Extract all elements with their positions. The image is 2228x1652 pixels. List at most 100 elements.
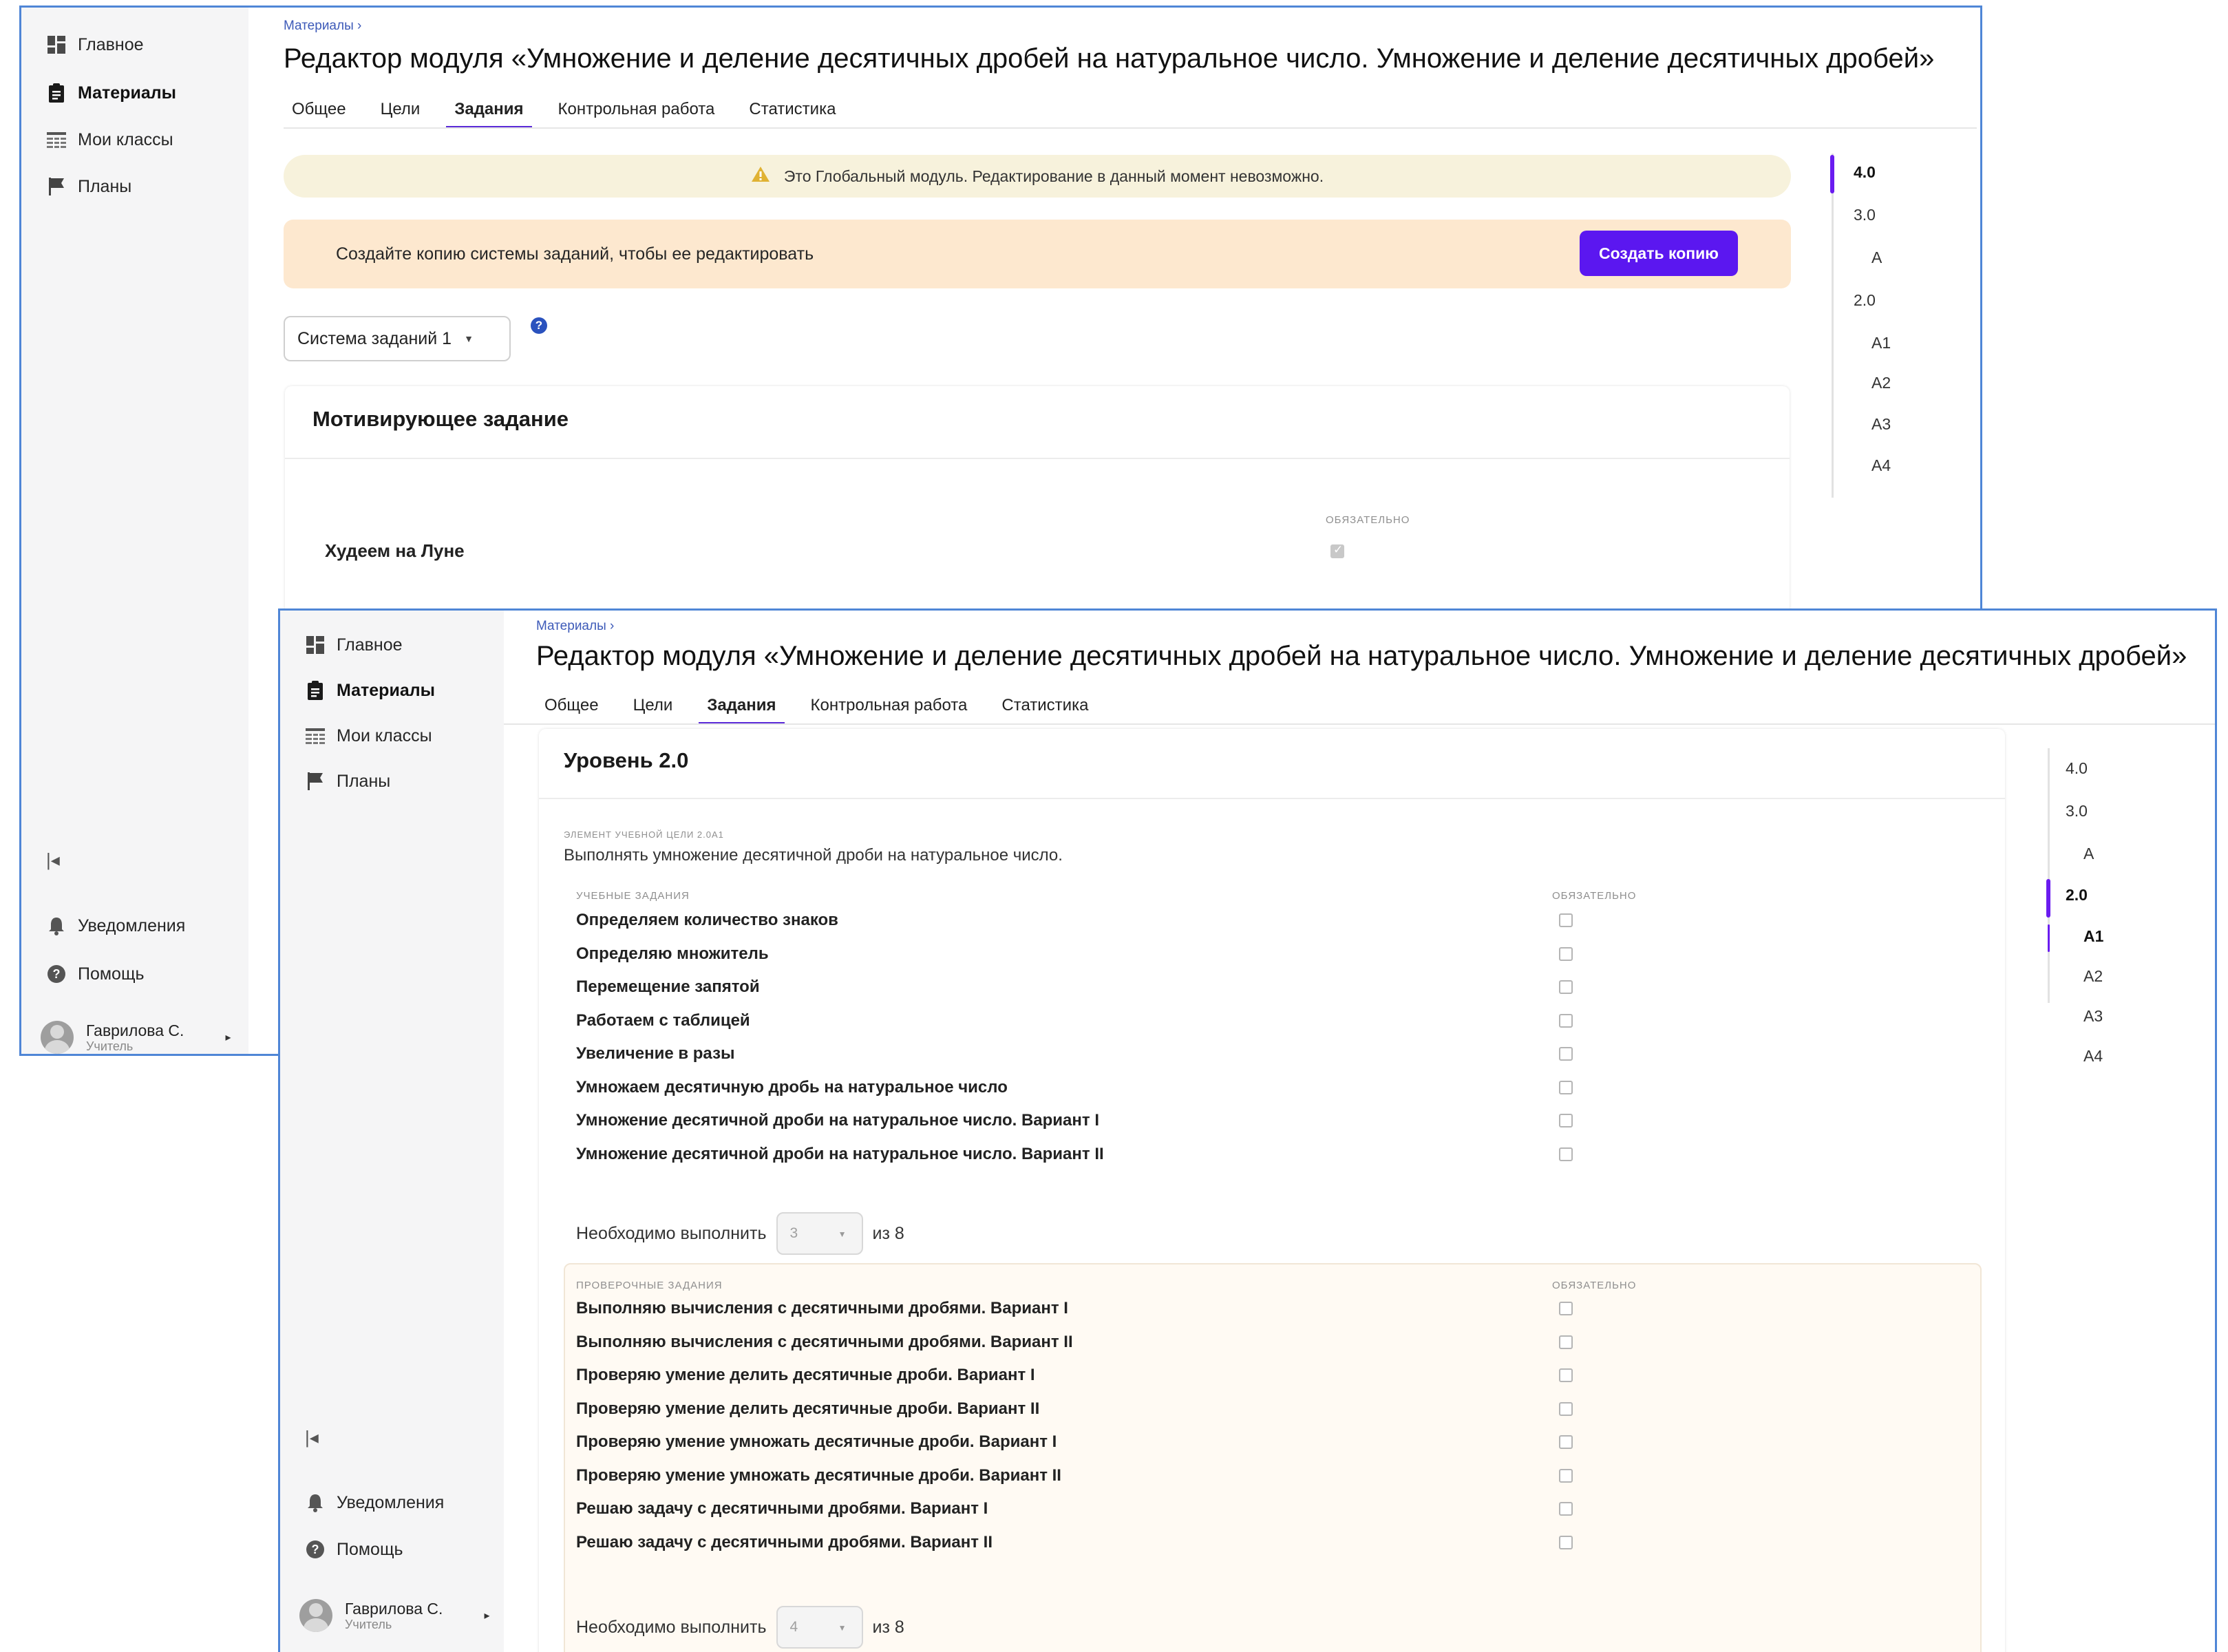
- tab-stats[interactable]: Статистика: [741, 100, 844, 129]
- level-3-0[interactable]: 3.0: [1854, 206, 1876, 224]
- verify-required-checkbox[interactable]: [1559, 1502, 1573, 1516]
- learning-task-row[interactable]: Увеличение в разы: [576, 1044, 735, 1063]
- motivating-task-name[interactable]: Худеем на Луне: [325, 540, 465, 562]
- page-title: Редактор модуля «Умножение и деление дес…: [536, 641, 2187, 671]
- nav-classes[interactable]: Мои классы: [46, 126, 173, 153]
- level-2-0-a4[interactable]: A4: [1871, 456, 1891, 475]
- learning-required-checkbox[interactable]: [1559, 1080, 1573, 1094]
- tab-goals[interactable]: Цели: [625, 696, 681, 725]
- question-icon[interactable]: ?: [531, 317, 547, 334]
- svg-text:?: ?: [312, 1543, 319, 1556]
- learning-task-row[interactable]: Умножаем десятичную дробь на натуральное…: [576, 1078, 1008, 1097]
- collapse-sidebar-icon[interactable]: |◂: [46, 849, 60, 871]
- card-divider: [285, 458, 1790, 459]
- learning-task-row[interactable]: Умножение десятичной дроби на натурально…: [576, 1111, 1099, 1130]
- verify-task-row[interactable]: Проверяю умение делить десятичные дроби.…: [576, 1366, 1035, 1385]
- goal-element-text: Выполнять умножение десятичной дроби на …: [564, 846, 1063, 865]
- user-role: Учитель: [86, 1039, 134, 1053]
- verify-required-checkbox[interactable]: [1559, 1368, 1573, 1382]
- nav-notifications[interactable]: Уведомления: [305, 1489, 444, 1516]
- verify-task-row[interactable]: Решаю задачу с десятичными дробями. Вари…: [576, 1499, 988, 1518]
- clipboard-icon: [46, 83, 67, 103]
- verify-task-row[interactable]: Решаю задачу с десятичными дробями. Вари…: [576, 1533, 993, 1552]
- user-menu[interactable]: Гаврилова С. Учитель ▸: [41, 1021, 231, 1054]
- learning-task-row[interactable]: Работаем с таблицей: [576, 1011, 750, 1030]
- verify-task-row[interactable]: Проверяю умение умножать десятичные дроб…: [576, 1466, 1061, 1485]
- nav-materials[interactable]: Материалы: [46, 79, 176, 107]
- tab-tasks[interactable]: Задания: [446, 100, 532, 129]
- level-card: Уровень 2.0 ЭЛЕМЕНТ УЧЕБНОЙ ЦЕЛИ 2.0А1 В…: [539, 729, 2005, 1652]
- nav-home[interactable]: Главное: [46, 31, 144, 59]
- learning-required-checkbox[interactable]: [1559, 1147, 1573, 1161]
- level-2-0-a4[interactable]: A4: [2083, 1047, 2103, 1066]
- level-2-0-a2[interactable]: A2: [1871, 374, 1891, 392]
- nav-plans[interactable]: Планы: [305, 767, 390, 795]
- nav-notifications-label: Уведомления: [78, 915, 186, 935]
- tab-general[interactable]: Общее: [284, 100, 354, 129]
- learning-task-row[interactable]: Умножение десятичной дроби на натурально…: [576, 1145, 1104, 1164]
- tab-test[interactable]: Контрольная работа: [803, 696, 976, 725]
- learning-required-checkbox[interactable]: [1559, 1047, 1573, 1061]
- learning-need-select[interactable]: 3 ▼: [776, 1212, 863, 1255]
- verification-tasks-box: ПРОВЕРОЧНЫЕ ЗАДАНИЯ ОБЯЗАТЕЛЬНО Выполняю…: [564, 1263, 1982, 1652]
- create-copy-button[interactable]: Создать копию: [1580, 231, 1738, 276]
- level-2-0-a3[interactable]: A3: [1871, 415, 1891, 434]
- level-2-0-a3[interactable]: A3: [2083, 1007, 2103, 1026]
- nav-help-label: Помощь: [337, 1539, 403, 1559]
- tab-general[interactable]: Общее: [536, 696, 607, 725]
- nav-plans-label: Планы: [337, 771, 391, 791]
- tab-tasks[interactable]: Задания: [699, 696, 785, 725]
- nav-home[interactable]: Главное: [305, 631, 403, 659]
- collapse-sidebar-icon[interactable]: |◂: [305, 1427, 319, 1448]
- verify-required-checkbox[interactable]: [1559, 1401, 1573, 1416]
- learning-task-row[interactable]: Определяем количество знаков: [576, 911, 838, 930]
- verify-task-row[interactable]: Выполняю вычисления с десятичными дробям…: [576, 1333, 1073, 1352]
- verify-need-row: Необходимо выполнить 4 ▼ из 8: [576, 1606, 904, 1649]
- breadcrumb[interactable]: Материалы ›: [284, 19, 361, 34]
- breadcrumb[interactable]: Материалы ›: [536, 619, 614, 634]
- learning-required-checkbox[interactable]: [1559, 913, 1573, 927]
- verify-task-row[interactable]: Выполняю вычисления с десятичными дробям…: [576, 1299, 1068, 1318]
- learning-task-row[interactable]: Перемещение запятой: [576, 977, 760, 997]
- level-2-0-a2[interactable]: A2: [2083, 967, 2103, 986]
- verify-required-checkbox[interactable]: [1559, 1302, 1573, 1315]
- verify-required-checkbox[interactable]: [1559, 1468, 1573, 1483]
- learning-required-checkbox[interactable]: [1559, 946, 1573, 961]
- tab-goals[interactable]: Цели: [372, 100, 429, 129]
- verify-task-row[interactable]: Проверяю умение умножать десятичные дроб…: [576, 1432, 1057, 1452]
- verify-required-checkbox[interactable]: [1559, 1335, 1573, 1349]
- card-divider: [539, 798, 2005, 799]
- verify-task-row[interactable]: Проверяю умение делить десятичные дроби.…: [576, 1399, 1039, 1419]
- nav-help[interactable]: ? Помощь: [46, 960, 145, 988]
- verify-required-checkbox[interactable]: [1559, 1435, 1573, 1449]
- level-title: Уровень 2.0: [564, 748, 689, 772]
- learning-required-checkbox[interactable]: [1559, 1013, 1573, 1028]
- verify-required-checkbox[interactable]: [1559, 1535, 1573, 1549]
- learning-task-row[interactable]: Определяю множитель: [576, 944, 769, 964]
- learning-required-checkbox[interactable]: [1559, 980, 1573, 994]
- nav-help[interactable]: ? Помощь: [305, 1536, 403, 1563]
- level-3-0-a[interactable]: A: [2083, 845, 2094, 863]
- required-column-label: ОБЯЗАТЕЛЬНО: [1326, 514, 1410, 526]
- level-3-0-a[interactable]: A: [1871, 248, 1882, 267]
- task-system-select[interactable]: Система заданий 1 ▼: [284, 316, 511, 361]
- caret-right-icon: ▸: [484, 1610, 490, 1622]
- level-2-0[interactable]: 2.0: [2066, 886, 2088, 904]
- tab-test[interactable]: Контрольная работа: [550, 100, 723, 129]
- user-menu[interactable]: Гаврилова С. Учитель ▸: [299, 1599, 489, 1632]
- nav-materials[interactable]: Материалы: [305, 677, 435, 704]
- required-checkbox[interactable]: [1330, 543, 1344, 558]
- level-3-0[interactable]: 3.0: [2066, 802, 2088, 820]
- learning-required-checkbox[interactable]: [1559, 1114, 1573, 1127]
- level-2-0[interactable]: 2.0: [1854, 291, 1876, 310]
- level-2-0-a1[interactable]: A1: [1871, 334, 1891, 352]
- tab-stats[interactable]: Статистика: [993, 696, 1096, 725]
- level-4-0[interactable]: 4.0: [1854, 163, 1876, 182]
- nav-help-label: Помощь: [78, 964, 145, 984]
- level-2-0-a1[interactable]: A1: [2083, 927, 2103, 946]
- nav-classes[interactable]: Мои классы: [305, 722, 432, 750]
- nav-plans[interactable]: Планы: [46, 173, 131, 200]
- nav-notifications[interactable]: Уведомления: [46, 912, 185, 940]
- level-4-0[interactable]: 4.0: [2066, 759, 2088, 778]
- verify-need-select[interactable]: 4 ▼: [776, 1606, 863, 1649]
